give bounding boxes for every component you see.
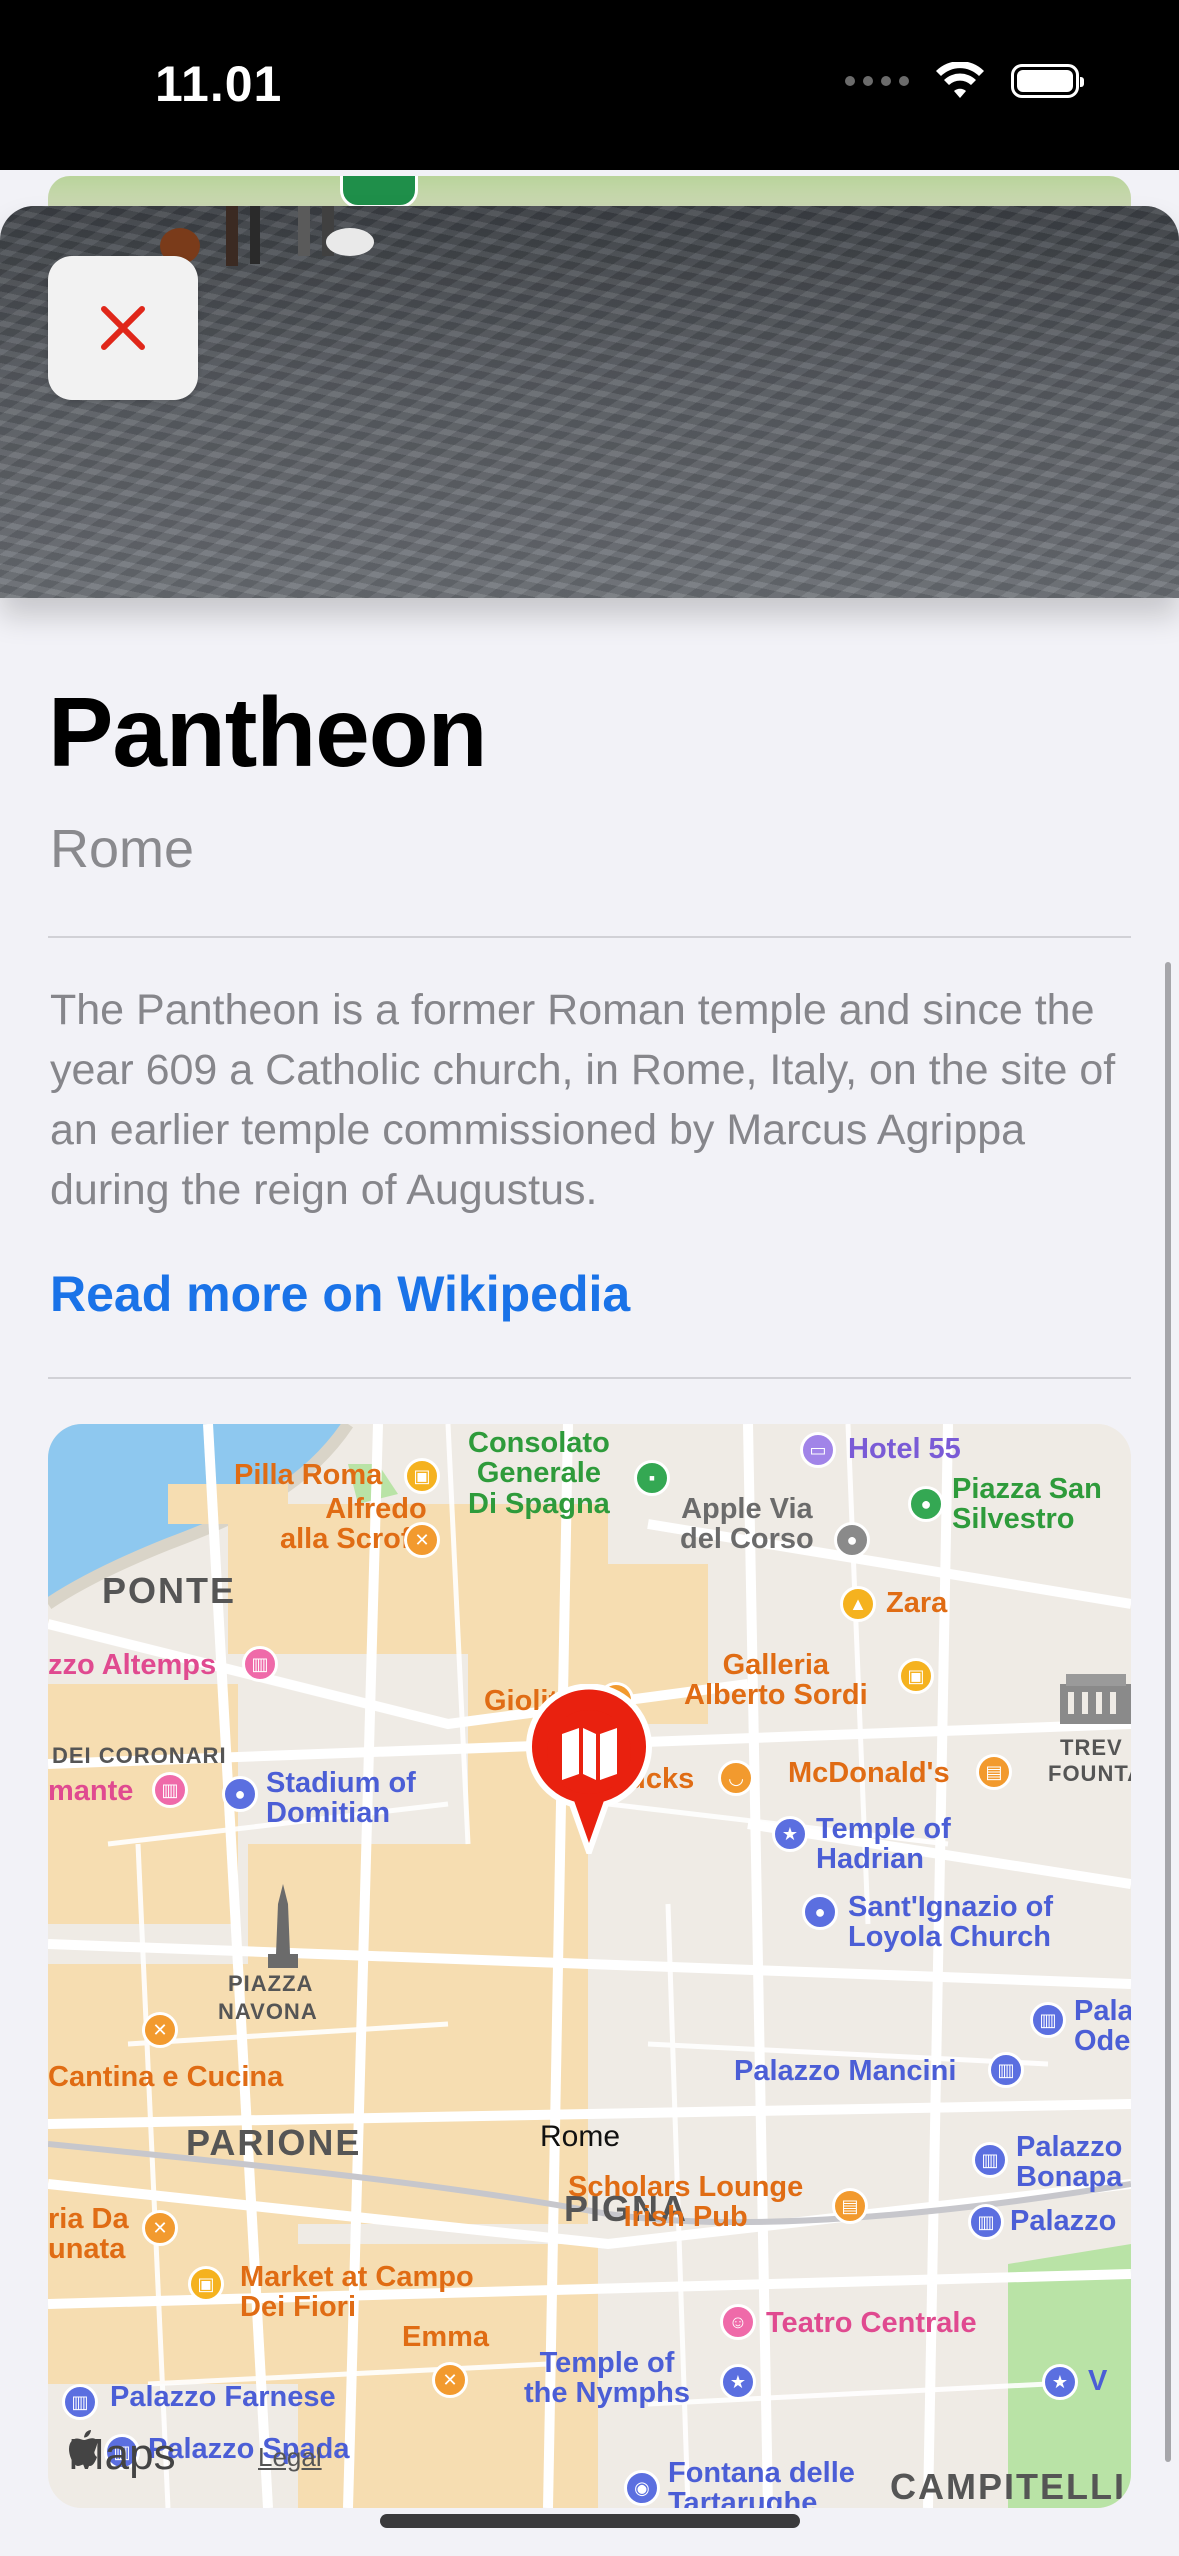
poi-santignazio[interactable]: Sant'Ignazio of Loyola Church bbox=[848, 1892, 1053, 1953]
map-view[interactable]: PONTE PARIONE PIGNA CAMPITELLI DEI CORON… bbox=[48, 1424, 1131, 2508]
museum-icon: ▥ bbox=[242, 1646, 278, 1682]
poi-palazzo-mancini[interactable]: Palazzo Mancini bbox=[734, 2056, 956, 2087]
restaurant-icon: ✕ bbox=[404, 1522, 440, 1558]
status-time: 11.01 bbox=[155, 56, 283, 112]
city-label: Rome bbox=[540, 2120, 621, 2153]
palace-icon: ▥ bbox=[972, 2142, 1008, 2178]
hotel-icon: ▭ bbox=[800, 1432, 836, 1468]
road-shield-icon bbox=[340, 176, 418, 208]
poi-teatro[interactable]: Teatro Centrale bbox=[766, 2308, 977, 2339]
place-description: The Pantheon is a former Roman temple an… bbox=[50, 986, 1116, 1214]
palace-icon: ▥ bbox=[1030, 2002, 1066, 2038]
area-label: TREV bbox=[1060, 1735, 1123, 1760]
pantheon-map-pin[interactable] bbox=[524, 1684, 654, 1854]
shopping-icon: ▣ bbox=[404, 1458, 440, 1494]
bar-icon: ▤ bbox=[832, 2188, 868, 2224]
apple-logo-icon bbox=[69, 2430, 99, 2466]
poi-scholars[interactable]: Scholars Lounge Irish Pub bbox=[568, 2172, 803, 2233]
poi-temple-hadrian[interactable]: Temple of Hadrian bbox=[816, 1814, 951, 1875]
theater-icon: ☺ bbox=[720, 2304, 756, 2340]
landmark-star-icon: ★ bbox=[1042, 2364, 1078, 2400]
poi-emma[interactable]: Emma bbox=[402, 2322, 489, 2353]
palace-icon: ▥ bbox=[968, 2204, 1004, 2240]
fountain-landmark-icon bbox=[1060, 1674, 1131, 1724]
poi-temple-nymphs[interactable]: Temple of the Nymphs bbox=[524, 2348, 690, 2409]
clothing-store-icon: ▲ bbox=[840, 1586, 876, 1622]
map-icon bbox=[562, 1728, 617, 1780]
poi-palazzo-bonapa[interactable]: Palazzo Bonapa bbox=[1016, 2132, 1122, 2193]
fountain-icon: ◉ bbox=[624, 2470, 660, 2506]
restaurant-icon: ✕ bbox=[432, 2362, 468, 2398]
wikipedia-link[interactable]: Read more on Wikipedia bbox=[50, 1265, 630, 1323]
area-label: FOUNTA bbox=[1048, 1761, 1131, 1786]
district-label: CAMPITELLI bbox=[890, 2466, 1126, 2507]
apple-maps-logo: Maps bbox=[68, 2430, 176, 2480]
place-subtitle: Rome bbox=[50, 819, 195, 879]
district-label: PARIONE bbox=[186, 2122, 362, 2163]
poi-mante[interactable]: mante bbox=[48, 1776, 133, 1807]
poi-apple[interactable]: Apple Via del Corso bbox=[680, 1494, 814, 1555]
landmark-star-icon: ★ bbox=[772, 1816, 808, 1852]
divider bbox=[48, 936, 1131, 938]
scroll-indicator[interactable] bbox=[1165, 962, 1171, 2462]
poi-hotel55[interactable]: Hotel 55 bbox=[848, 1434, 961, 1465]
restaurant-icon: ✕ bbox=[142, 2210, 178, 2246]
poi-v[interactable]: V bbox=[1088, 2366, 1107, 2397]
close-icon bbox=[101, 306, 145, 350]
poi-altemps[interactable]: zzo Altemps bbox=[48, 1650, 216, 1681]
consulate-icon: ▪ bbox=[634, 1460, 670, 1496]
poi-mcdonalds[interactable]: McDonald's bbox=[788, 1758, 950, 1789]
poi-pala-ode[interactable]: Pala Ode bbox=[1074, 1996, 1131, 2057]
poi-zara[interactable]: Zara bbox=[886, 1588, 947, 1619]
obelisk-landmark-icon bbox=[268, 1884, 298, 1968]
area-label: DEI CORONARI bbox=[52, 1743, 227, 1768]
landmark-star-icon: ★ bbox=[720, 2364, 756, 2400]
status-icons bbox=[845, 62, 1084, 100]
divider bbox=[48, 1377, 1131, 1379]
area-label: PIAZZA bbox=[228, 1971, 314, 1996]
landmark-icon: ● bbox=[222, 1776, 258, 1812]
poi-palazzo[interactable]: Palazzo bbox=[1010, 2206, 1116, 2237]
poi-fontana[interactable]: Fontana delle Tartarughe bbox=[668, 2458, 855, 2508]
status-bar: 11.01 bbox=[0, 0, 1179, 170]
restaurant-icon: ✕ bbox=[142, 2012, 178, 2048]
battery-icon bbox=[1011, 64, 1084, 98]
poi-ria-da[interactable]: ria Da unata bbox=[48, 2204, 129, 2265]
museum-icon: ▥ bbox=[152, 1772, 188, 1808]
close-button[interactable] bbox=[48, 256, 198, 400]
market-icon: ▣ bbox=[188, 2266, 224, 2302]
place-title: Pantheon bbox=[48, 677, 487, 787]
legal-link[interactable]: Legal bbox=[258, 2442, 322, 2473]
area-label: NAVONA bbox=[218, 1999, 318, 2024]
poi-pilla-roma[interactable]: Pilla Roma bbox=[234, 1460, 382, 1491]
poi-consolato[interactable]: Consolato Generale Di Spagna bbox=[468, 1428, 610, 1519]
home-indicator[interactable] bbox=[380, 2514, 800, 2528]
poi-piazza-san-silvestro[interactable]: Piazza San Silvestro bbox=[952, 1474, 1102, 1535]
palace-icon: ▥ bbox=[62, 2384, 98, 2420]
poi-market[interactable]: Market at Campo Dei Fiori bbox=[240, 2262, 474, 2323]
piazza-icon: ● bbox=[908, 1486, 944, 1522]
church-icon: ● bbox=[802, 1894, 838, 1930]
fast-food-icon: ▤ bbox=[976, 1754, 1012, 1790]
palace-icon: ▥ bbox=[988, 2052, 1024, 2088]
apple-store-icon: ● bbox=[834, 1522, 870, 1558]
poi-galleria[interactable]: Galleria Alberto Sordi bbox=[684, 1650, 868, 1711]
shopping-mall-icon: ▣ bbox=[898, 1658, 934, 1694]
poi-stadium[interactable]: Stadium of Domitian bbox=[266, 1768, 416, 1829]
poi-farnese[interactable]: Palazzo Farnese bbox=[110, 2382, 336, 2413]
poi-cantina[interactable]: Cantina e Cucina bbox=[48, 2062, 283, 2093]
coffee-icon: ◡ bbox=[718, 1760, 754, 1796]
wifi-icon bbox=[936, 62, 984, 98]
cellular-signal-icon bbox=[845, 76, 909, 86]
district-label: PONTE bbox=[102, 1570, 237, 1611]
